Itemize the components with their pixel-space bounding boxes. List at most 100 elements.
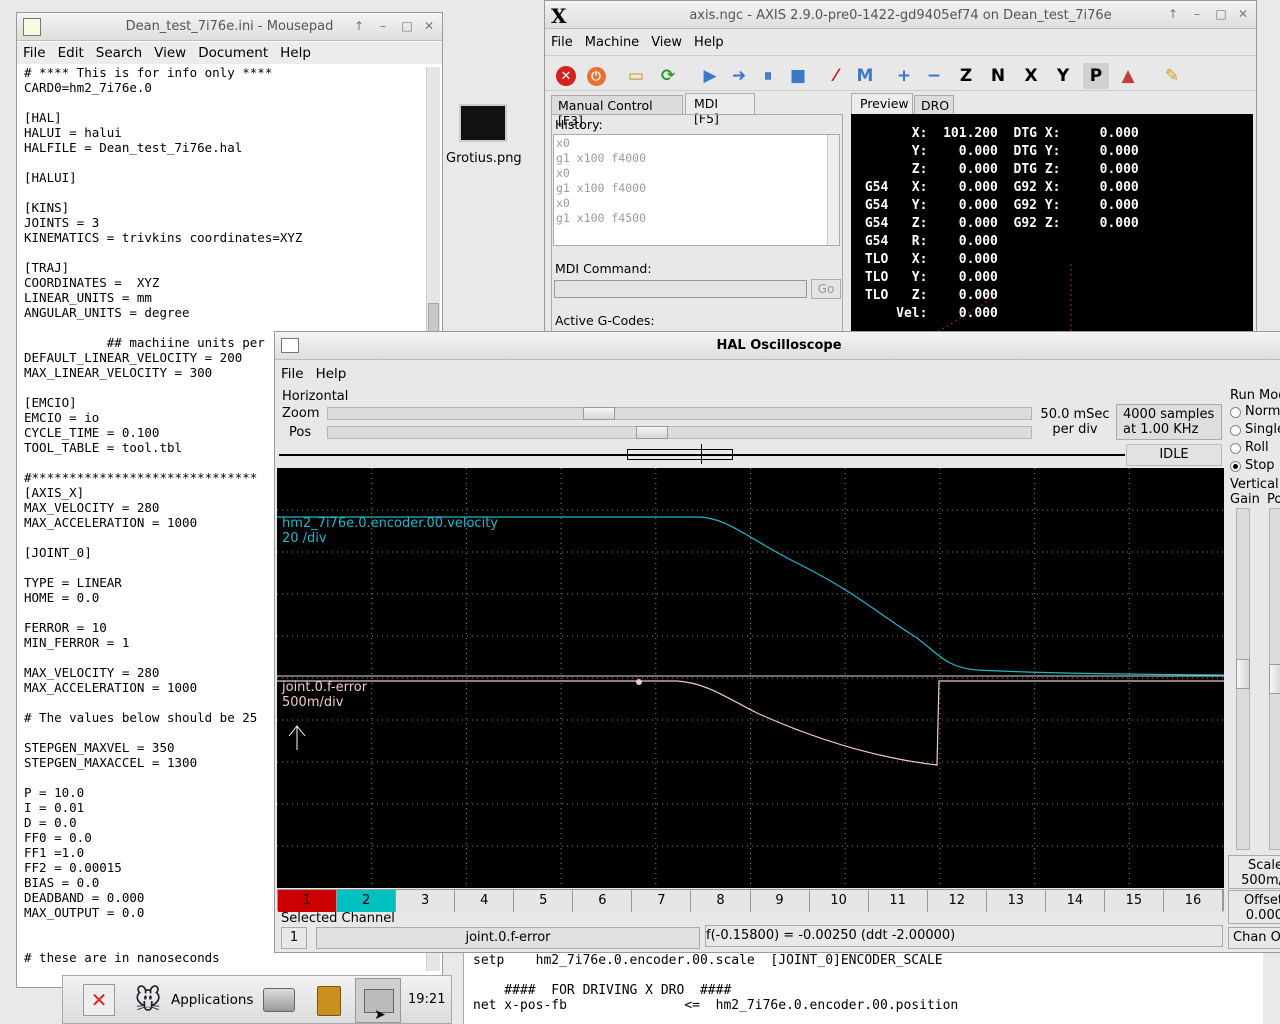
channel-button-4[interactable]: 4 xyxy=(455,890,515,912)
estop-icon[interactable]: ✕ xyxy=(553,63,579,89)
menu-help[interactable]: Help xyxy=(688,35,730,50)
channel-button-5[interactable]: 5 xyxy=(514,890,574,912)
halscope-titlebar[interactable]: HAL Oscilloscope xyxy=(275,332,1280,360)
pin-icon[interactable]: ↑ xyxy=(1166,7,1180,21)
view-p-icon[interactable]: P xyxy=(1083,63,1109,89)
pos-slider-knob[interactable] xyxy=(636,426,669,439)
zoom-slider-knob[interactable] xyxy=(582,407,615,420)
run-icon[interactable]: ▶ xyxy=(697,63,723,89)
zoom-slider[interactable] xyxy=(327,407,1032,420)
close-icon[interactable]: ✕ xyxy=(1236,7,1250,21)
channel-button-10[interactable]: 10 xyxy=(809,890,869,912)
channel-button-2[interactable]: 2 xyxy=(337,890,397,912)
clear-plot-icon[interactable]: ✎ xyxy=(1159,63,1185,89)
menu-file[interactable]: File xyxy=(17,45,52,61)
view-y-icon[interactable]: Y xyxy=(1050,63,1076,89)
block-delete-icon[interactable]: ⁄ xyxy=(823,63,849,89)
preview-area[interactable]: X: 101.200 DTG X: 0.000 Y: 0.000 DTG Y: … xyxy=(851,114,1253,339)
stop-icon[interactable]: ■ xyxy=(785,63,811,89)
rotate-icon[interactable]: ▲ xyxy=(1115,63,1141,89)
channel-button-6[interactable]: 6 xyxy=(573,890,633,912)
vpos-slider[interactable] xyxy=(1269,508,1280,850)
menu-search[interactable]: Search xyxy=(90,45,148,61)
open-folder-icon[interactable]: ▭ xyxy=(623,63,649,89)
history-item[interactable]: x0 xyxy=(556,196,646,211)
history-item[interactable]: x0 xyxy=(556,166,646,181)
channel-button-9[interactable]: 9 xyxy=(750,890,810,912)
history-item[interactable]: x0 xyxy=(556,136,646,151)
go-button[interactable]: Go xyxy=(811,279,841,299)
menu-file[interactable]: File xyxy=(275,366,310,382)
mousepad-titlebar[interactable]: Dean_test_7i76e.ini - Mousepad ↑ – □ ✕ xyxy=(17,13,442,41)
chan-off-button[interactable]: Chan O xyxy=(1228,927,1280,949)
tab-preview[interactable]: Preview xyxy=(851,93,913,115)
run-mode-radio-roll[interactable] xyxy=(1230,443,1241,454)
step-icon[interactable]: ➜ xyxy=(726,63,752,89)
minimize-icon[interactable]: – xyxy=(1190,7,1204,21)
desktop-file-icon[interactable] xyxy=(459,104,507,142)
editor-line: # **** This is for info only **** xyxy=(24,65,273,80)
scope-display[interactable]: hm2_7i76e.0.encoder.00.velocity 20 /div … xyxy=(277,468,1224,888)
axis-menubar: File Machine View Help xyxy=(545,31,1256,53)
maximize-icon[interactable]: □ xyxy=(1214,7,1228,21)
menu-edit[interactable]: Edit xyxy=(52,45,90,61)
reload-icon[interactable]: ⟳ xyxy=(655,63,681,89)
menu-view[interactable]: View xyxy=(645,35,688,50)
optional-stop-icon[interactable]: M xyxy=(852,63,878,89)
view-z2-icon[interactable]: N xyxy=(985,63,1011,89)
pause-icon[interactable]: ⏸ xyxy=(755,63,781,89)
history-item[interactable]: g1 x100 f4500 xyxy=(556,211,646,226)
drive-icon[interactable] xyxy=(263,988,295,1012)
channel-button-12[interactable]: 12 xyxy=(927,890,987,912)
gain-slider[interactable] xyxy=(1236,508,1250,850)
menu-help[interactable]: Help xyxy=(310,366,353,382)
menu-help[interactable]: Help xyxy=(274,45,317,61)
applications-menu[interactable]: Applications xyxy=(171,992,253,1008)
zoom-in-icon[interactable]: + xyxy=(891,63,917,89)
pos-slider[interactable] xyxy=(327,426,1032,439)
view-x-icon[interactable]: X xyxy=(1018,63,1044,89)
tab-mdi[interactable]: MDI [F5] xyxy=(685,93,755,126)
selected-channel-name[interactable]: joint.0.f-error xyxy=(316,927,700,949)
maximize-icon[interactable]: □ xyxy=(400,19,414,33)
menu-file[interactable]: File xyxy=(545,35,579,50)
channel-button-8[interactable]: 8 xyxy=(691,890,751,912)
offset-box[interactable]: Offset 0.000 xyxy=(1228,890,1280,924)
history-item[interactable]: g1 x100 f4000 xyxy=(556,181,646,196)
close-app-button[interactable]: ✕ xyxy=(83,984,115,1016)
axis-titlebar[interactable]: X axis.ngc - AXIS 2.9.0-pre0-1422-gd9405… xyxy=(545,1,1256,29)
channel-button-16[interactable]: 16 xyxy=(1163,890,1223,912)
applications-icon[interactable]: 🐭 xyxy=(129,984,167,1018)
view-z-icon[interactable]: Z xyxy=(953,63,979,89)
zoom-out-icon[interactable]: − xyxy=(921,63,947,89)
history-item[interactable]: g1 x100 f4000 xyxy=(556,151,646,166)
channel-button-14[interactable]: 14 xyxy=(1045,890,1105,912)
pin-icon[interactable]: ↑ xyxy=(352,19,366,33)
rate-line2: per div xyxy=(1052,422,1098,437)
gain-slider-knob[interactable] xyxy=(1236,659,1250,689)
run-mode-radio-single[interactable] xyxy=(1230,425,1241,436)
history-list[interactable]: x0 g1 x100 f4000 x0 g1 x100 f4000 x0 g1 x100 … xyxy=(553,134,840,246)
channel-button-15[interactable]: 15 xyxy=(1104,890,1164,912)
tab-manual-control[interactable]: Manual Control [F3] xyxy=(551,95,683,128)
run-mode-radio-stop[interactable] xyxy=(1230,461,1241,472)
menu-view[interactable]: View xyxy=(148,45,192,61)
tab-dro[interactable]: DRO xyxy=(914,95,954,115)
channel-button-1[interactable]: 1 xyxy=(278,890,338,912)
channel-button-3[interactable]: 3 xyxy=(396,890,456,912)
machine-power-icon[interactable]: ⏻ xyxy=(583,63,609,89)
channel-button-11[interactable]: 11 xyxy=(868,890,928,912)
close-icon[interactable]: ✕ xyxy=(422,19,436,33)
history-scrollbar[interactable] xyxy=(827,135,839,245)
menu-machine[interactable]: Machine xyxy=(579,35,645,50)
channel-button-13[interactable]: 13 xyxy=(986,890,1046,912)
channel-button-7[interactable]: 7 xyxy=(632,890,692,912)
run-mode-radio-normal[interactable] xyxy=(1230,407,1241,418)
vpos-slider-knob[interactable] xyxy=(1269,664,1280,694)
menu-document[interactable]: Document xyxy=(192,45,274,61)
mouse-cursor-icon: ➤ xyxy=(374,1007,386,1023)
archive-icon[interactable] xyxy=(317,986,341,1016)
mdi-command-input[interactable] xyxy=(554,280,807,298)
minimize-icon[interactable]: – xyxy=(376,19,390,33)
